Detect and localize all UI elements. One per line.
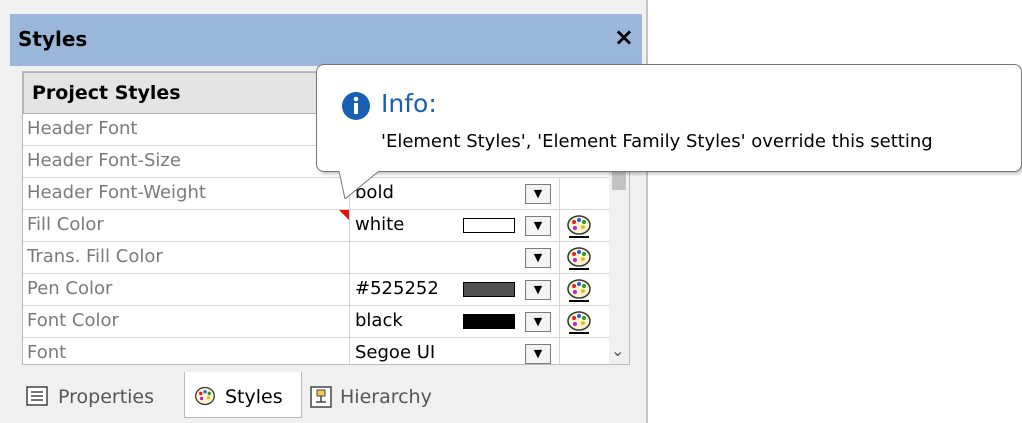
dropdown-arrow-icon[interactable]: ▼	[525, 248, 551, 268]
hierarchy-icon	[310, 386, 332, 408]
property-value[interactable]: white	[355, 214, 404, 235]
close-icon[interactable]: ×	[614, 23, 634, 51]
color-palette-icon[interactable]	[566, 277, 592, 303]
dropdown-arrow-icon[interactable]: ▼	[525, 344, 551, 364]
property-name: Font	[27, 342, 67, 363]
property-name: Header Font-Weight	[27, 182, 206, 203]
property-name: Header Font	[27, 118, 138, 139]
color-swatch	[463, 282, 515, 297]
property-row-font[interactable]: Font Segoe UI ▼	[23, 338, 609, 364]
property-row-header-font-weight[interactable]: Header Font-Weight bold ▼	[23, 178, 609, 210]
property-name: Header Font-Size	[27, 150, 181, 171]
property-name: Font Color	[27, 310, 119, 331]
dropdown-arrow-icon[interactable]: ▼	[525, 312, 551, 332]
property-name: Fill Color	[27, 214, 104, 235]
color-palette-icon[interactable]	[566, 213, 592, 239]
tooltip-tail	[339, 171, 379, 199]
property-row-pen-color[interactable]: Pen Color #525252 ▼	[23, 274, 609, 306]
property-value[interactable]: #525252	[355, 278, 439, 299]
modified-marker-icon	[339, 210, 349, 220]
tooltip-heading: Info:	[381, 89, 437, 118]
chevron-down-icon[interactable]: ⌄	[611, 341, 624, 360]
tooltip-message: 'Element Styles', 'Element Family Styles…	[381, 131, 933, 152]
property-value[interactable]: Segoe UI	[355, 342, 435, 363]
grid-header-label: Project Styles	[32, 82, 181, 104]
property-name: Trans. Fill Color	[27, 246, 163, 267]
tab-styles[interactable]: Styles	[184, 372, 302, 418]
properties-icon	[26, 386, 48, 406]
color-palette-icon[interactable]	[566, 245, 592, 271]
dropdown-arrow-icon[interactable]: ▼	[525, 280, 551, 300]
color-swatch	[463, 314, 515, 329]
property-value[interactable]: black	[355, 310, 403, 331]
dropdown-arrow-icon[interactable]: ▼	[525, 184, 551, 204]
info-tooltip: Info: 'Element Styles', 'Element Family …	[316, 64, 1022, 199]
tab-label: Hierarchy	[340, 386, 432, 408]
tab-label: Styles	[225, 386, 283, 408]
tab-properties[interactable]: Properties	[18, 376, 184, 416]
tab-label: Properties	[58, 386, 155, 408]
color-palette-icon[interactable]	[566, 309, 592, 335]
palette-icon	[195, 386, 215, 406]
color-swatch	[463, 218, 515, 233]
property-row-fill-color[interactable]: Fill Color white ▼	[23, 210, 609, 242]
info-icon	[342, 92, 370, 120]
property-row-trans-fill-color[interactable]: Trans. Fill Color ▼	[23, 242, 609, 274]
property-row-font-color[interactable]: Font Color black ▼	[23, 306, 609, 338]
panel-title: Styles	[18, 27, 88, 51]
panel-tabs: Properties Styles Hierarchy	[10, 372, 646, 420]
panel-title-bar: Styles ×	[10, 14, 642, 66]
property-name: Pen Color	[27, 278, 113, 299]
tab-hierarchy[interactable]: Hierarchy	[306, 376, 456, 416]
dropdown-arrow-icon[interactable]: ▼	[525, 216, 551, 236]
